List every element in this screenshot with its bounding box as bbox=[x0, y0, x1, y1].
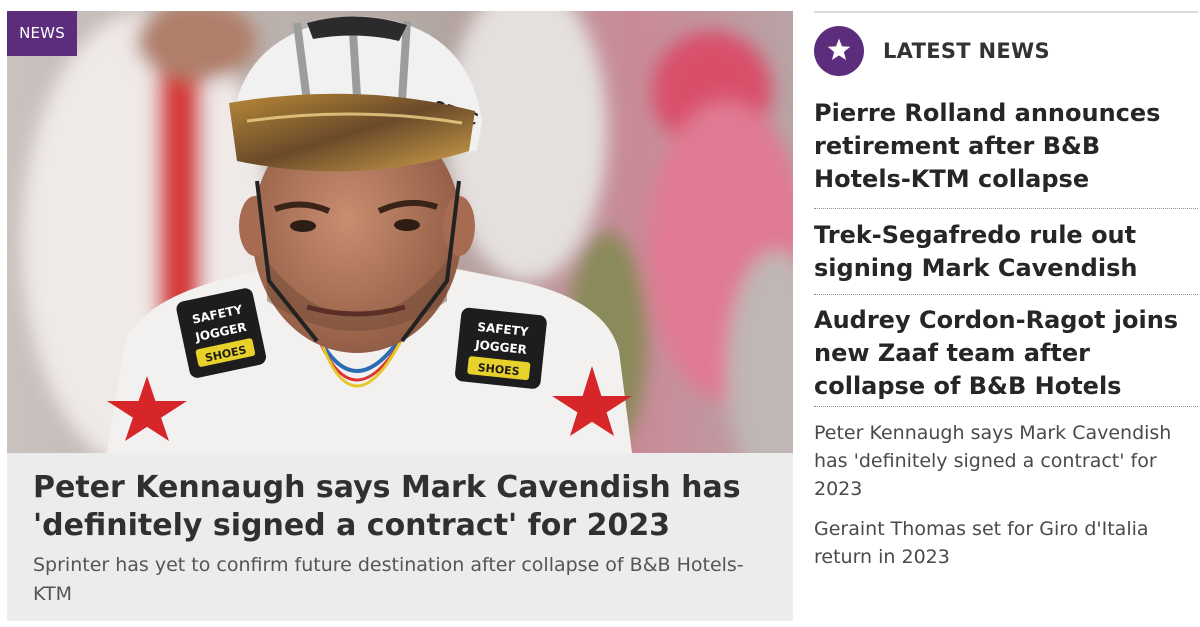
latest-news-link[interactable]: Geraint Thomas set for Giro d'Italia ret… bbox=[814, 515, 1198, 571]
featured-article-caption[interactable]: Peter Kennaugh says Mark Cavendish has '… bbox=[7, 453, 793, 621]
latest-news-title: LATEST NEWS bbox=[883, 39, 1050, 63]
latest-news-item[interactable]: Trek-Segafredo rule out signing Mark Cav… bbox=[814, 219, 1198, 285]
star-icon bbox=[814, 26, 864, 76]
latest-news-item[interactable]: Pierre Rolland announces retirement afte… bbox=[814, 97, 1198, 196]
latest-news-link[interactable]: Peter Kennaugh says Mark Cavendish has '… bbox=[814, 419, 1198, 503]
featured-article-standfirst: Sprinter has yet to confirm future desti… bbox=[33, 554, 744, 605]
divider bbox=[814, 208, 1198, 209]
cyclist-photo: SAFETY JOGGER SHOES SAFETY JOGGER SHOES bbox=[7, 11, 793, 453]
featured-article-image[interactable]: SAFETY JOGGER SHOES SAFETY JOGGER SHOES bbox=[7, 11, 793, 453]
divider bbox=[814, 294, 1198, 295]
latest-news-sidebar: LATEST NEWS Pierre Rolland announces ret… bbox=[814, 11, 1198, 623]
news-category-tag[interactable]: NEWS bbox=[7, 11, 77, 56]
featured-article-card[interactable]: SAFETY JOGGER SHOES SAFETY JOGGER SHOES bbox=[7, 11, 793, 621]
latest-news-link[interactable]: Pierre Rolland announces retirement afte… bbox=[814, 97, 1198, 196]
latest-news-header: LATEST NEWS bbox=[814, 23, 1198, 79]
featured-article-headline[interactable]: Peter Kennaugh says Mark Cavendish has '… bbox=[33, 469, 773, 545]
latest-news-item[interactable]: Peter Kennaugh says Mark Cavendish has '… bbox=[814, 419, 1198, 503]
divider bbox=[814, 406, 1198, 407]
latest-news-link[interactable]: Audrey Cordon-Ragot joins new Zaaf team … bbox=[814, 304, 1198, 403]
latest-news-item[interactable]: Audrey Cordon-Ragot joins new Zaaf team … bbox=[814, 304, 1198, 403]
latest-news-item[interactable]: Geraint Thomas set for Giro d'Italia ret… bbox=[814, 515, 1198, 571]
latest-news-link[interactable]: Trek-Segafredo rule out signing Mark Cav… bbox=[814, 219, 1198, 285]
